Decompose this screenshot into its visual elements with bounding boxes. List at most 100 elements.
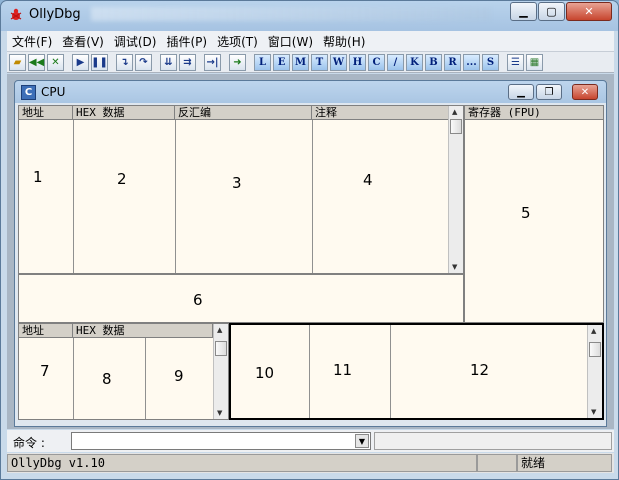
close-x-icon: ✕ [51,56,60,68]
execute-till-return-button[interactable]: →| [204,53,221,71]
column-divider [175,120,176,273]
menu-help[interactable]: 帮助(H) [318,33,370,50]
step-into-button[interactable]: ↴ [116,53,133,71]
close-icon: ✕ [580,86,590,98]
breakpoints-window-button[interactable]: B [425,53,442,71]
windows-window-button[interactable]: W [330,53,347,71]
maximize-button[interactable]: ▢ [538,2,565,21]
cpu-window-button[interactable]: C [368,53,385,71]
trace-over-icon: ⇉ [183,56,192,68]
command-result-field [374,432,612,450]
modules-window-button[interactable]: E [273,53,290,71]
title-bar[interactable]: OllyDbg ▁ ▢ ✕ [1,1,618,29]
registers-pane[interactable]: 寄存器 (FPU) 5 [464,105,604,323]
pause-icon: ❚❚ [91,56,108,68]
scroll-thumb[interactable] [450,119,462,134]
menu-options[interactable]: 选项(T) [212,33,263,50]
chevron-down-icon: ▼ [358,436,366,446]
scroll-thumb[interactable] [589,342,601,357]
memory-window-button[interactable]: M [292,53,309,71]
column-divider [73,120,74,273]
region-label-5: 5 [521,204,531,222]
column-divider [145,338,146,419]
restore-icon: ❐ [544,86,554,98]
source-window-button[interactable]: S [482,53,499,71]
trace-over-button[interactable]: ⇉ [179,53,196,71]
close-button[interactable]: ✕ [566,2,612,21]
menu-window[interactable]: 窗口(W) [263,33,318,50]
close-icon: ✕ [584,5,594,18]
cpu-maximize-button[interactable]: ❐ [536,84,562,100]
info-pane[interactable]: 6 [18,274,464,323]
threads-window-button[interactable]: T [311,53,328,71]
region-label-9: 9 [174,367,184,385]
close-debuggee-button[interactable]: ✕ [47,53,64,71]
scroll-up-icon: ▲ [591,327,597,335]
command-label: 命令 : [13,436,45,450]
references-window-button[interactable]: R [444,53,461,71]
goto-arrow-icon: ➜ [233,56,242,68]
column-divider [390,325,391,418]
memory-dump-pane[interactable]: 地址 HEX 数据 7 8 9 ▲ ▼ [18,323,229,420]
trace-into-button[interactable]: ⇊ [160,53,177,71]
status-version: OllyDbg v1.10 [7,454,477,472]
command-input[interactable]: ▼ [71,432,371,450]
status-empty [477,454,517,472]
log-window-button[interactable]: L [254,53,271,71]
col-header-address[interactable]: 地址 [19,106,73,120]
dump-scrollbar[interactable]: ▲ ▼ [213,324,228,419]
scroll-thumb[interactable] [215,341,227,356]
folder-icon: ▰ [13,56,22,68]
region-label-1: 1 [33,168,43,186]
column-divider [312,120,313,273]
bug-icon [10,8,22,20]
debugging-options-button[interactable]: ☰ [507,53,524,71]
menu-file[interactable]: 文件(F) [7,33,57,50]
call-stack-window-button[interactable]: K [406,53,423,71]
menu-view[interactable]: 查看(V) [57,33,109,50]
stack-scrollbar[interactable]: ▲ ▼ [587,325,602,418]
stack-pane[interactable]: 10 11 12 ▲ ▼ [229,323,604,420]
step-into-icon: ↴ [120,56,129,68]
restart-button[interactable]: ◀◀ [28,53,45,71]
toolbar: ▰ ◀◀ ✕ ▶ ❚❚ ↴ ↷ ⇊ ⇉ →| ➜ L E M T W H C /… [7,51,614,73]
maximize-icon: ▢ [546,5,557,18]
run-button[interactable]: ▶ [72,53,89,71]
col-header-disassembly[interactable]: 反汇编 [175,106,312,120]
open-file-button[interactable]: ▰ [9,53,26,71]
return-icon: →| [206,56,219,68]
goto-button[interactable]: ➜ [229,53,246,71]
scroll-down-icon: ▼ [591,408,597,416]
menu-debug[interactable]: 调试(D) [109,33,162,50]
col-header-hex[interactable]: HEX 数据 [73,106,175,120]
disassembly-pane[interactable]: 地址 HEX 数据 反汇编 注释 1 2 3 4 ▲ ▼ [18,105,464,274]
command-dropdown-button[interactable]: ▼ [355,434,369,448]
run-trace-window-button[interactable]: ... [463,53,480,71]
list-icon: ☰ [511,56,520,68]
cpu-minimize-button[interactable]: ▁ [508,84,534,100]
mdi-client-area: C CPU ▁ ❐ ✕ 地址 HEX 数据 反汇编 注释 1 2 3 4 ▲ ▼… [7,74,614,429]
menu-bar: 文件(F) 查看(V) 调试(D) 插件(P) 选项(T) 窗口(W) 帮助(H… [7,31,614,51]
menu-plugins[interactable]: 插件(P) [161,33,212,50]
scroll-up-icon: ▲ [217,326,223,334]
disassembly-scrollbar[interactable]: ▲ ▼ [448,106,463,273]
dump-col-header-hex[interactable]: HEX 数据 [73,324,213,338]
appearance-button[interactable]: ▦ [526,53,543,71]
dump-col-header-address[interactable]: 地址 [19,324,73,338]
region-label-7: 7 [40,362,50,380]
cpu-close-button[interactable]: ✕ [572,84,598,100]
scroll-down-icon: ▼ [217,409,223,417]
handles-window-button[interactable]: H [349,53,366,71]
minimize-button[interactable]: ▁ [510,2,537,21]
grid-icon: ▦ [529,56,540,68]
minimize-icon: ▁ [517,86,525,98]
col-header-comment[interactable]: 注释 [312,106,449,120]
cpu-window: C CPU ▁ ❐ ✕ 地址 HEX 数据 反汇编 注释 1 2 3 4 ▲ ▼… [14,80,607,427]
patches-window-button[interactable]: / [387,53,404,71]
registers-header[interactable]: 寄存器 (FPU) [465,106,603,120]
column-divider [309,325,310,418]
minimize-icon: ▁ [519,5,528,18]
pause-button[interactable]: ❚❚ [91,53,108,71]
step-over-button[interactable]: ↷ [135,53,152,71]
region-label-2: 2 [117,170,127,188]
